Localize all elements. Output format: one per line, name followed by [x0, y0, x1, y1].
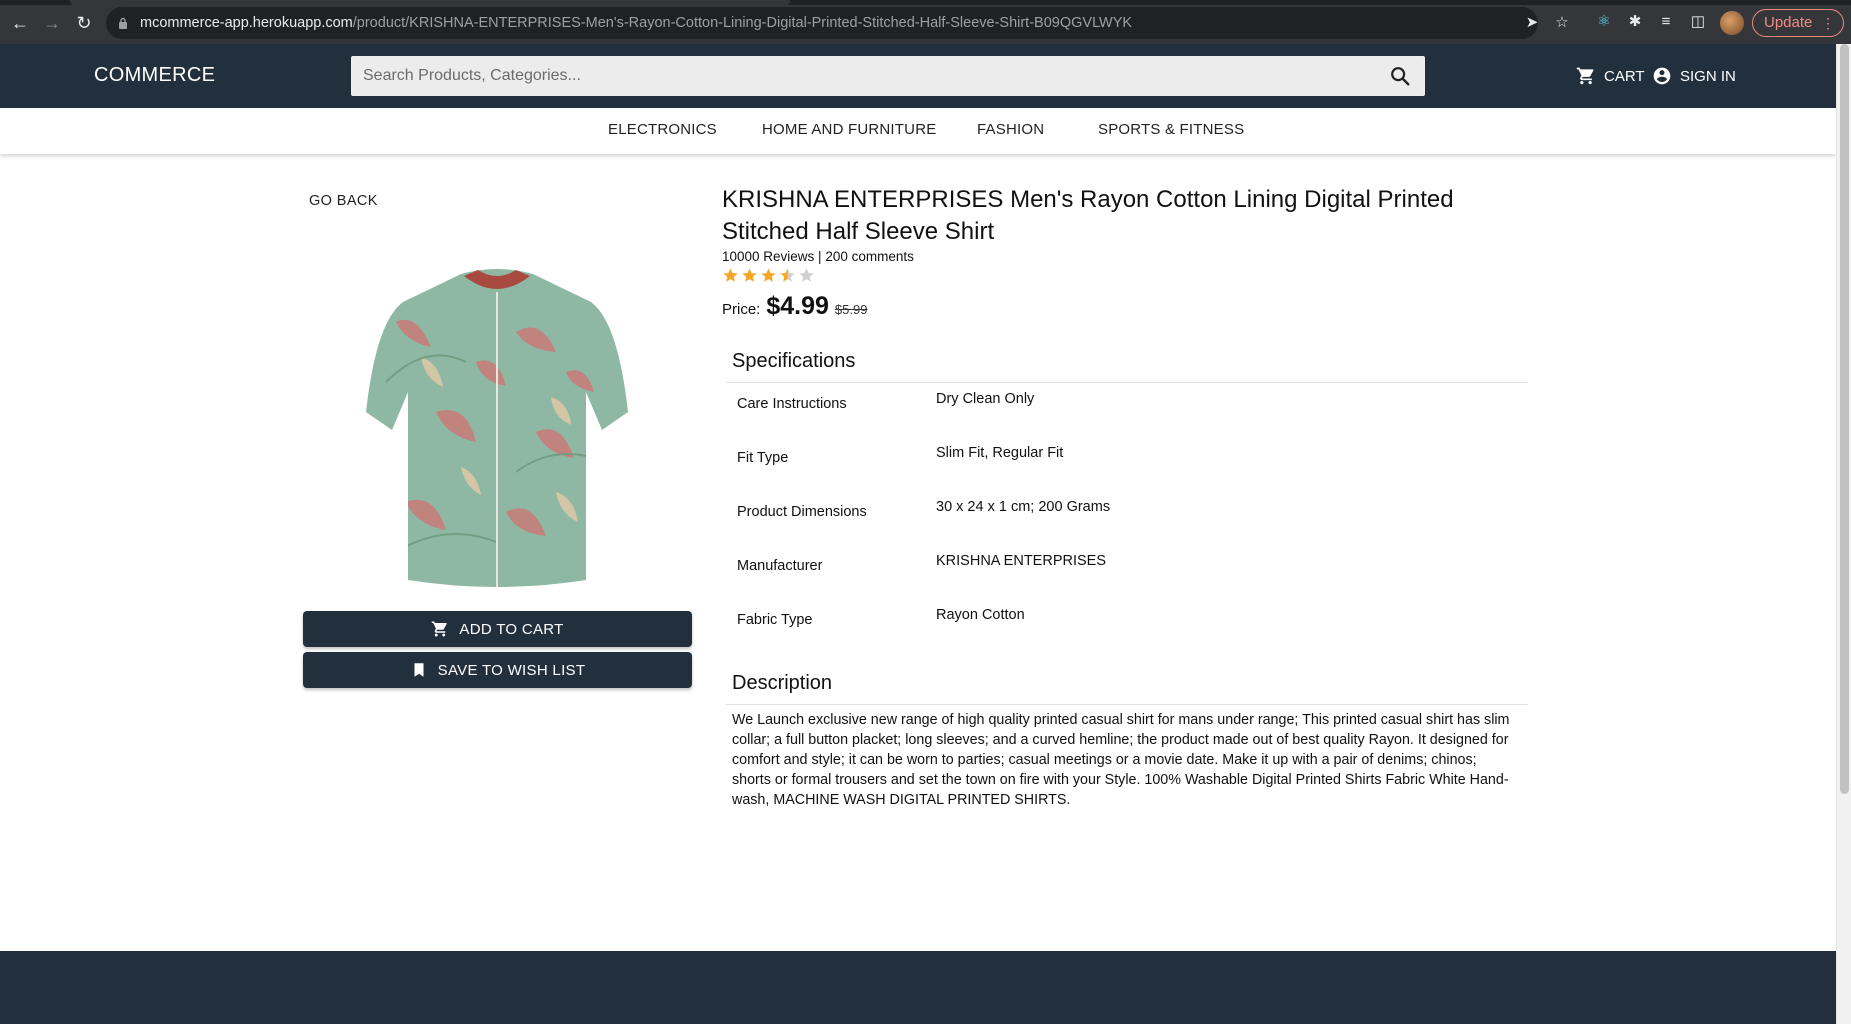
star-icon [761, 268, 776, 282]
star-rating [722, 267, 815, 284]
spec-value: KRISHNA ENTERPRISES [936, 553, 1107, 569]
search-icon[interactable] [1389, 65, 1411, 87]
category-nav: ELECTRONICS HOME AND FURNITURE FASHION S… [0, 108, 1836, 154]
forward-icon[interactable]: → [40, 11, 64, 35]
cart-icon [1576, 67, 1594, 85]
bookmark-icon [414, 663, 424, 677]
cart-label: CART [1604, 67, 1645, 85]
back-icon[interactable]: ← [8, 11, 32, 35]
menu-dots-icon[interactable]: ⋮ [1821, 10, 1835, 36]
spec-value: Slim Fit, Regular Fit [936, 445, 1064, 461]
browser-toolbar: ← → ↻ mcommerce-app.herokuapp.com/produc… [0, 0, 1851, 44]
spec-row: Fit Type Slim Fit, Regular Fit [737, 444, 1517, 484]
current-price: $4.99 [766, 292, 829, 320]
site-footer [0, 951, 1836, 1024]
update-button[interactable]: Update ⋮ [1752, 9, 1844, 37]
reload-icon[interactable]: ↻ [72, 11, 96, 35]
cart-link[interactable]: CART [1576, 66, 1645, 86]
profile-avatar[interactable] [1720, 11, 1744, 35]
spec-row: Fabric Type Rayon Cotton [737, 606, 1517, 646]
category-fashion[interactable]: FASHION [977, 121, 1044, 138]
signin-link[interactable]: SIGN IN [1652, 66, 1736, 86]
spec-key: Manufacturer [737, 558, 823, 574]
category-sports-fitness[interactable]: SPORTS & FITNESS [1098, 121, 1244, 138]
cart-icon [432, 621, 448, 637]
star-icon [799, 268, 814, 282]
react-devtools-icon[interactable]: ⚛ [1594, 12, 1614, 32]
bookmark-star-icon[interactable]: ☆ [1552, 13, 1572, 33]
site-logo[interactable]: COMMERCE [94, 64, 215, 87]
spec-key: Care Instructions [737, 396, 847, 412]
address-bar[interactable]: mcommerce-app.herokuapp.com/product/KRIS… [106, 7, 1569, 39]
original-price: $5.99 [834, 302, 868, 317]
spec-value: 30 x 24 x 1 cm; 200 Grams [936, 499, 1111, 515]
spec-key: Fabric Type [737, 612, 813, 628]
star-icon [742, 268, 757, 282]
price-row: Price: $4.99 $5.99 [722, 292, 867, 321]
spec-key: Fit Type [737, 450, 789, 466]
price-label: Price: [722, 301, 761, 318]
category-electronics[interactable]: ELECTRONICS [608, 121, 717, 138]
active-tab[interactable] [70, 0, 790, 5]
search-bar [351, 56, 1425, 96]
search-input[interactable] [351, 56, 1371, 96]
add-to-cart-label: ADD TO CART [459, 620, 564, 638]
site-header: COMMERCE CART SIGN IN [0, 44, 1836, 108]
signin-label: SIGN IN [1680, 67, 1736, 85]
product-image [366, 269, 628, 587]
page-scrollbar[interactable] [1836, 44, 1851, 1024]
media-queue-icon[interactable]: ≡ [1656, 12, 1676, 32]
description-divider [726, 704, 1528, 705]
specifications-heading: Specifications [732, 350, 856, 372]
spec-row: Care Instructions Dry Clean Only [737, 390, 1517, 430]
star-icon [780, 268, 795, 282]
lock-icon [119, 17, 127, 29]
description-heading: Description [732, 672, 833, 694]
extensions-icon[interactable]: ✱ [1625, 12, 1645, 32]
add-to-cart-button[interactable]: ADD TO CART [303, 611, 692, 647]
category-home-and-furniture[interactable]: HOME AND FURNITURE [762, 121, 936, 138]
scrollbar-thumb[interactable] [1840, 44, 1849, 794]
description-text: We Launch exclusive new range of high qu… [732, 712, 1510, 808]
go-back-link[interactable]: GO BACK [309, 193, 378, 209]
side-panel-icon[interactable]: ◫ [1688, 12, 1708, 32]
save-to-wishlist-label: SAVE TO WISH LIST [437, 661, 586, 679]
reviews-summary: 10000 Reviews | 200 comments [722, 249, 914, 264]
spec-key: Product Dimensions [737, 504, 867, 520]
spec-row: Product Dimensions 30 x 24 x 1 cm; 200 G… [737, 498, 1517, 538]
account-circle-icon [1653, 67, 1671, 85]
star-icon [723, 268, 738, 282]
tab-strip [0, 0, 1851, 5]
spec-value: Dry Clean Only [936, 391, 1035, 407]
send-icon[interactable]: ➤ [1522, 13, 1542, 33]
spec-row: Manufacturer KRISHNA ENTERPRISES [737, 552, 1517, 592]
spec-value: Rayon Cotton [936, 607, 1025, 623]
specifications-divider [726, 382, 1528, 383]
url-text: mcommerce-app.herokuapp.com/product/KRIS… [140, 15, 1133, 31]
save-to-wishlist-button[interactable]: SAVE TO WISH LIST [303, 652, 692, 688]
product-title: KRISHNA ENTERPRISES Men's Rayon Cotton L… [722, 186, 1454, 245]
